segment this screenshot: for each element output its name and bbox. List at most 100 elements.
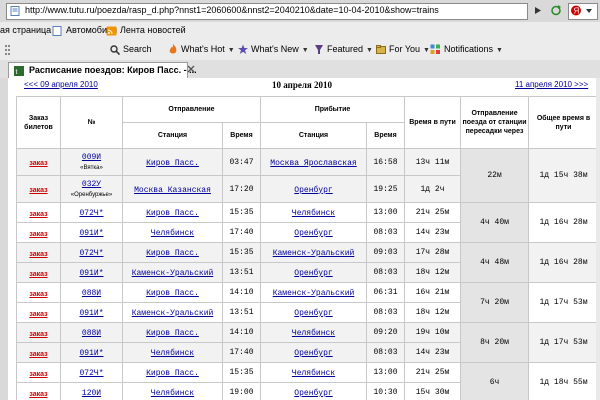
yandex-icon: Я <box>571 5 592 16</box>
links-item-label: Лента новостей <box>120 25 186 35</box>
dep-station-cell: Каменск-Уральский <box>122 262 223 283</box>
toolbar-for-you-label: For You <box>389 44 421 54</box>
order-link[interactable]: заказ <box>29 211 47 218</box>
train-number-link[interactable]: 009И <box>82 153 101 162</box>
train-number-link[interactable]: 091И* <box>79 309 103 318</box>
dep-station-link[interactable]: Киров Пасс. <box>146 249 199 258</box>
toolbar-notifications[interactable]: Notifications ▼ <box>430 44 503 55</box>
arr-station-cell: Оренбург <box>260 342 367 363</box>
next-day-link[interactable]: 11 апреля 2010 >>> <box>515 80 588 89</box>
dep-station-link[interactable]: Каменск-Уральский <box>132 309 214 318</box>
search-icon <box>110 44 120 55</box>
order-link[interactable]: заказ <box>29 351 47 358</box>
train-number-link[interactable]: 091И* <box>79 229 103 238</box>
arr-station-link[interactable]: Оренбург <box>294 309 332 318</box>
dep-station-cell: Каменск-Уральский <box>122 302 223 323</box>
train-number-link[interactable]: 072Ч* <box>79 249 103 258</box>
order-link[interactable]: заказ <box>29 311 47 318</box>
arr-station-link[interactable]: Каменск-Уральский <box>273 289 355 298</box>
train-name: «Оренбуржье» <box>70 191 113 198</box>
toolbar-whats-new[interactable]: What's New ▼ <box>238 44 309 55</box>
dep-station-link[interactable]: Челябинск <box>151 229 194 238</box>
dep-station-link[interactable]: Киров Пасс. <box>146 369 199 378</box>
toolbar-whats-hot-label: What's Hot <box>181 44 225 54</box>
schedule-table: Заказ билетов № Отправление Прибытие Вре… <box>16 96 600 400</box>
arr-station-link[interactable]: Челябинск <box>292 209 335 218</box>
arr-station-link[interactable]: Оренбург <box>294 389 332 398</box>
arr-station-link[interactable]: Москва Ярославская <box>270 159 356 168</box>
dep-station-link[interactable]: Киров Пасс. <box>146 159 199 168</box>
toolbar-for-you[interactable]: For You ▼ <box>376 44 430 55</box>
order-link[interactable]: заказ <box>29 231 47 238</box>
dep-station-link[interactable]: Киров Пасс. <box>146 289 199 298</box>
links-item-news-feed[interactable]: Лента новостей <box>106 25 186 36</box>
url-field[interactable]: http://www.tutu.ru/poezda/rasp_d.php?nns… <box>6 3 528 20</box>
train-number-link[interactable]: 032У <box>82 180 101 189</box>
featured-icon <box>315 45 323 55</box>
page-icon <box>10 6 20 16</box>
search-engine-selector[interactable]: Я <box>568 3 598 20</box>
travel-time: 17ч 28м <box>404 242 462 263</box>
header-arr-station: Станция <box>260 122 367 149</box>
dep-station-link[interactable]: Челябинск <box>151 349 194 358</box>
toolbar-grip-icon[interactable] <box>4 44 12 56</box>
order-cell: заказ <box>16 302 61 323</box>
order-link[interactable]: заказ <box>29 331 47 338</box>
dep-station-link[interactable]: Челябинск <box>151 389 194 398</box>
order-link[interactable]: заказ <box>29 291 47 298</box>
toolbar-whats-hot[interactable]: What's Hot ▼ <box>168 44 235 55</box>
order-link[interactable]: заказ <box>29 160 47 167</box>
arr-station-link[interactable]: Оренбург <box>294 229 332 238</box>
arr-station-link[interactable]: Оренбург <box>294 269 332 278</box>
arr-time: 08:03 <box>365 222 406 243</box>
tab-schedule[interactable]: t Расписание поездов: Киров Пасс. - ... <box>8 62 197 79</box>
dep-station-link[interactable]: Киров Пасс. <box>146 209 199 218</box>
toolbar-featured-label: Featured <box>327 44 364 54</box>
order-link[interactable]: заказ <box>29 251 47 258</box>
table-row: заказ 072Ч* Киров Пасс. 15:35 Челябинск 13:00… <box>16 202 600 243</box>
order-cell: заказ <box>16 282 61 303</box>
dep-station-cell: Москва Казанская <box>122 175 223 203</box>
toolbar-search-label: Search <box>123 44 152 54</box>
dep-station-link[interactable]: Москва Казанская <box>134 186 211 195</box>
arr-station-cell: Оренбург <box>260 222 367 243</box>
order-link[interactable]: заказ <box>29 187 47 194</box>
dep-station-cell: Челябинск <box>122 342 223 363</box>
links-item-home[interactable]: ая страница <box>0 25 51 35</box>
train-number-link[interactable]: 120И <box>82 389 101 398</box>
train-cell: 091И* <box>60 262 123 283</box>
arr-time: 16:58 <box>365 148 406 176</box>
train-number-link[interactable]: 072Ч* <box>79 369 103 378</box>
refresh-icon[interactable] <box>549 3 563 18</box>
header-travel-time: Время в пути <box>404 96 462 149</box>
close-icon[interactable] <box>186 64 196 74</box>
prev-day-link[interactable]: <<< 09 апреля 2010 <box>24 80 98 89</box>
links-bar: ая страница Автомобили Лента новостей <box>0 22 600 41</box>
train-number-link[interactable]: 072Ч* <box>79 209 103 218</box>
toolbar-featured[interactable]: Featured ▼ <box>314 44 373 55</box>
arr-station-link[interactable]: Челябинск <box>292 369 335 378</box>
arr-station-link[interactable]: Каменск-Уральский <box>273 249 355 258</box>
dep-station-link[interactable]: Каменск-Уральский <box>132 269 214 278</box>
arr-station-link[interactable]: Оренбург <box>294 349 332 358</box>
go-arrow-icon[interactable] <box>531 3 545 18</box>
order-link[interactable]: заказ <box>29 371 47 378</box>
header-transfer: Отправление поезда от станции пересадки … <box>460 96 530 149</box>
arr-time: 08:03 <box>365 302 406 323</box>
order-link[interactable]: заказ <box>29 271 47 278</box>
header-dep-station: Станция <box>122 122 223 149</box>
page-icon <box>52 25 62 36</box>
arr-station-link[interactable]: Оренбург <box>294 186 332 195</box>
train-number-link[interactable]: 088И <box>82 329 101 338</box>
train-number-link[interactable]: 088И <box>82 289 101 298</box>
dep-station-link[interactable]: Киров Пасс. <box>146 329 199 338</box>
toolbar-search[interactable]: Search <box>110 44 152 55</box>
train-number-link[interactable]: 091И* <box>79 349 103 358</box>
train-number-link[interactable]: 091И* <box>79 269 103 278</box>
train-cell: 072Ч* <box>60 242 123 263</box>
vertical-scrollbar[interactable] <box>596 78 600 400</box>
order-link[interactable]: заказ <box>29 391 47 398</box>
chevron-down-icon: ▼ <box>496 47 503 54</box>
tab-title: Расписание поездов: Киров Пасс. - ... <box>29 65 197 75</box>
arr-station-link[interactable]: Челябинск <box>292 329 335 338</box>
